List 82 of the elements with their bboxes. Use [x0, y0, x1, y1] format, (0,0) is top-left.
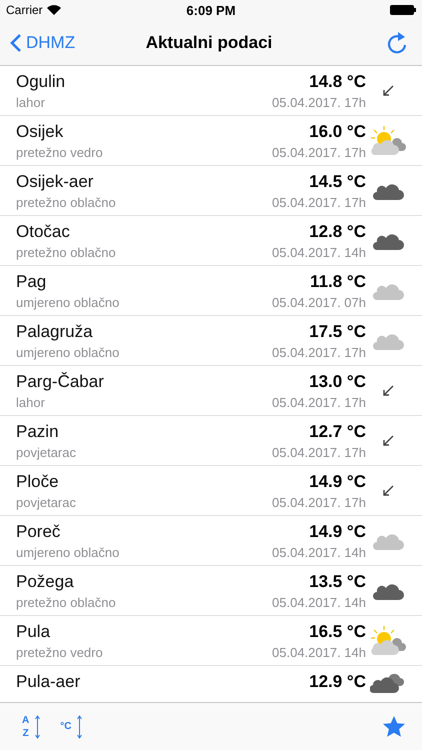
screen-title: Aktualni podaci: [146, 32, 272, 52]
temperature-text: 12.9 °C: [309, 672, 366, 692]
station-row[interactable]: Osijek-aer pretežno oblačno 14.5 °C 05.04.2017. 17h: [0, 166, 422, 216]
arrow-icon: [382, 384, 394, 396]
refresh-button[interactable]: [386, 30, 408, 54]
timestamp-text: 05.04.2017. 17h: [272, 94, 366, 110]
condition-text: umjereno oblačno: [16, 544, 120, 560]
condition-text: povjetarac: [16, 444, 77, 460]
timestamp-text: 05.04.2017. 17h: [272, 494, 366, 510]
station-row[interactable]: Palagruža umjereno oblačno 17.5 °C 05.04.2017. 17h: [0, 316, 422, 366]
station-name: Ploče: [16, 472, 60, 492]
timestamp-text: 05.04.2017. 17h: [272, 194, 366, 210]
timestamp-text: 05.04.2017. 14h: [272, 644, 366, 660]
station-name: Požega: [16, 572, 75, 592]
station-row[interactable]: Otočac pretežno oblačno 12.8 °C 05.04.2017. 14h: [0, 216, 422, 266]
station-name: Osijek-aer: [16, 172, 94, 192]
station-name: Pula-aer: [16, 672, 82, 692]
timestamp-text: 05.04.2017. 17h: [272, 344, 366, 360]
station-row[interactable]: Ogulin lahor 14.8 °C 05.04.2017. 17h: [0, 66, 422, 116]
clouds-icon: [370, 672, 406, 694]
carrier-label: Carrier: [6, 3, 43, 17]
station-name: Pazin: [16, 422, 60, 442]
station-name: Pag: [16, 272, 48, 292]
chevron-icon: [10, 32, 22, 52]
condition-text: pretežno oblačno: [16, 194, 117, 210]
station-row[interactable]: Pazin povjetarac 12.7 °C 05.04.2017. 17h: [0, 416, 422, 466]
temperature-text: 11.8 °C: [310, 272, 366, 292]
arrow-icon: [382, 84, 394, 96]
back-button[interactable]: DHMZ: [10, 32, 76, 52]
arrow-icon: [382, 434, 394, 446]
condition-text: lahor: [16, 394, 46, 410]
timestamp-text: 05.04.2017. 07h: [272, 294, 366, 310]
temperature-text: 12.8 °C: [309, 222, 366, 242]
station-name: Osijek: [16, 122, 64, 142]
temperature-text: 14.5 °C: [309, 172, 366, 192]
station-row[interactable]: Pag umjereno oblačno 11.8 °C 05.04.2017. 07h: [0, 266, 422, 316]
condition-text: umjereno oblačno: [16, 294, 120, 310]
station-name: Ogulin: [16, 72, 66, 92]
battery-icon: [390, 5, 416, 15]
timestamp-text: 05.04.2017. 17h: [272, 144, 366, 160]
timestamp-text: 05.04.2017. 14h: [272, 594, 366, 610]
arrow-icon: [382, 484, 394, 496]
timestamp-text: 05.04.2017. 17h: [272, 394, 366, 410]
temperature-text: 12.7 °C: [309, 422, 366, 442]
station-row[interactable]: Parg-Čabar lahor 13.0 °C 05.04.2017. 17h: [0, 366, 422, 416]
station-name: Parg-Čabar: [16, 372, 105, 392]
sort-by-temperature-button[interactable]: °C: [60, 714, 82, 738]
temperature-text: 17.5 °C: [309, 322, 366, 342]
condition-text: pretežno oblačno: [16, 594, 117, 610]
up-down-arrow-icon: [35, 714, 40, 738]
temperature-text: 16.5 °C: [309, 622, 366, 642]
up-down-arrow-icon: [77, 714, 82, 738]
favorites-button[interactable]: [382, 714, 406, 738]
station-row[interactable]: Osijek pretežno vedro 16.0 °C 05.04.2017. 17h: [0, 116, 422, 166]
station-name: Otočac: [16, 222, 71, 242]
condition-text: lahor: [16, 94, 46, 110]
station-name: Pula: [16, 622, 52, 642]
condition-text: umjereno oblačno: [16, 344, 120, 360]
timestamp-text: 05.04.2017. 17h: [272, 444, 366, 460]
condition-text: pretežno vedro: [16, 144, 104, 160]
temperature-text: 14.9 °C: [309, 522, 366, 542]
temperature-text: 14.8 °C: [309, 72, 366, 92]
sun-cloud-icon: [368, 124, 408, 156]
temperature-text: 13.5 °C: [309, 572, 366, 592]
timestamp-text: 05.04.2017. 14h: [272, 244, 366, 260]
station-row[interactable]: Poreč umjereno oblačno 14.9 °C 05.04.2017. 14h: [0, 516, 422, 566]
station-row[interactable]: Požega pretežno oblačno 13.5 °C 05.04.2017. 14h: [0, 566, 422, 616]
station-row[interactable]: Pula pretežno vedro 16.5 °C 05.04.2017. 14h: [0, 616, 422, 666]
temperature-text: 14.9 °C: [309, 472, 366, 492]
condition-text: pretežno oblačno: [16, 244, 117, 260]
condition-text: povjetarac: [16, 494, 77, 510]
station-row[interactable]: Ploče povjetarac 14.9 °C 05.04.2017. 17h: [0, 466, 422, 516]
temperature-text: 13.0 °C: [309, 372, 366, 392]
sort-by-name-button[interactable]: A Z: [22, 714, 40, 740]
clock-time: 6:09 PM: [186, 2, 236, 18]
timestamp-text: 05.04.2017. 14h: [272, 544, 366, 560]
station-name: Palagruža: [16, 322, 94, 342]
wifi-icon: [46, 5, 61, 15]
temperature-text: 16.0 °C: [309, 122, 366, 142]
condition-text: pretežno vedro: [16, 644, 104, 660]
sun-cloud-icon: [368, 624, 408, 656]
station-name: Poreč: [16, 522, 62, 542]
